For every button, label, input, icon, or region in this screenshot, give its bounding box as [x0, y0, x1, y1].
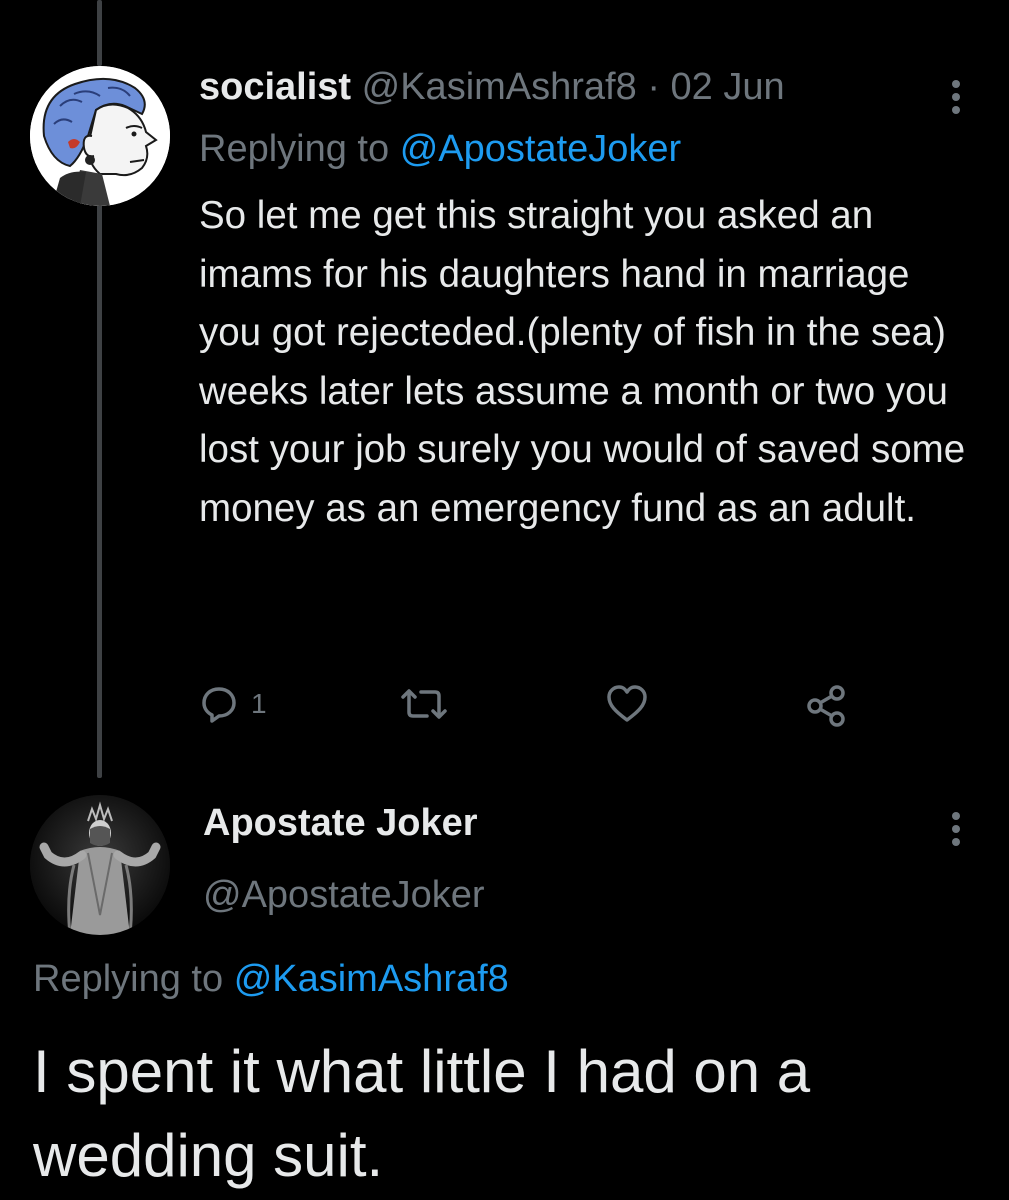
replying-to-label: Replying to [33, 958, 224, 1000]
share-button[interactable] [805, 684, 849, 728]
display-name[interactable]: socialist [199, 66, 351, 108]
more-options-icon[interactable] [952, 812, 960, 851]
avatar-socialist[interactable] [30, 66, 170, 206]
retweet-icon [401, 689, 447, 719]
heart-icon [607, 685, 647, 722]
separator-dot: · [647, 66, 660, 108]
thread-line-top [97, 0, 102, 66]
reply-button[interactable]: 1 [199, 684, 267, 724]
comment-icon [202, 687, 236, 723]
replying-to-handle-link[interactable]: @KasimAshraf8 [234, 958, 509, 1000]
replying-to-label: Replying to [199, 128, 390, 170]
like-button[interactable] [605, 684, 649, 724]
replying-to-line: Replying to @KasimAshraf8 [33, 958, 509, 1001]
tweet-text: I spent it what little I had on a weddin… [33, 1038, 811, 1189]
reply-count: 1 [251, 688, 267, 719]
user-handle[interactable]: @ApostateJoker [203, 874, 485, 917]
avatar-apostate-joker[interactable] [30, 795, 170, 935]
thread-line-middle [97, 188, 102, 778]
retweet-button[interactable] [399, 684, 449, 724]
tweet-date[interactable]: 02 Jun [671, 66, 785, 108]
previous-tweet-actions [0, 0, 1009, 10]
share-icon [807, 685, 845, 727]
more-options-icon[interactable] [952, 80, 960, 119]
user-handle[interactable]: @KasimAshraf8 [362, 66, 637, 108]
tweet-text: So let me get this straight you asked an… [199, 194, 966, 530]
replying-to-handle-link[interactable]: @ApostateJoker [400, 128, 682, 170]
reply-tweet-header: socialist @KasimAshraf8 · 02 Jun [199, 66, 785, 109]
cropped-action-icons [0, 0, 1009, 10]
robed-figure-avatar-icon [30, 795, 170, 935]
replying-to-line: Replying to @ApostateJoker [199, 128, 681, 171]
display-name[interactable]: Apostate Joker [203, 802, 478, 845]
cartoon-head-avatar-icon [30, 66, 170, 206]
